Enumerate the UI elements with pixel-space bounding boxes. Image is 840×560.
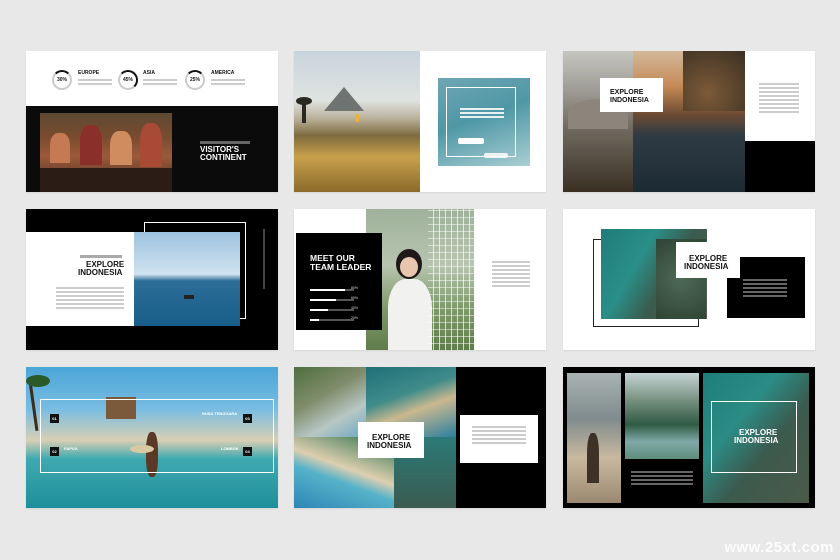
traveler-photo xyxy=(567,373,621,503)
slide8-body xyxy=(472,424,526,446)
stat-text-europe xyxy=(78,77,112,87)
slide-explore-indonesia-3[interactable]: EXPLORE INDONESIA xyxy=(563,209,815,350)
skill-bar-4: 20% xyxy=(310,313,358,325)
title-script xyxy=(200,141,250,144)
slide-visitors-continent[interactable]: 30% EUROPE 45% ASIA 25% AMERICA VISITOR'… xyxy=(26,51,278,192)
team-leader-photo xyxy=(366,209,474,350)
stat-label-europe: EUROPE xyxy=(78,70,100,76)
slide5-body xyxy=(492,259,530,289)
slide5-title-1: MEET OUR xyxy=(310,253,355,263)
slide4-script xyxy=(80,255,122,258)
badge-01: 01 xyxy=(50,414,59,423)
white-panel xyxy=(26,232,136,326)
stat-pie-america: 25% xyxy=(185,70,205,90)
region-name-nusa: NUSA TENGGARA xyxy=(202,411,238,416)
badge-02: 02 xyxy=(50,447,59,456)
watermark: www.25xt.com xyxy=(724,539,834,556)
slide-explore-indonesia-4[interactable]: EXPLORE INDONESIA xyxy=(294,367,546,508)
stats-row: 30% EUROPE 45% ASIA 25% AMERICA xyxy=(26,51,278,106)
slide6-title-2: INDONESIA xyxy=(684,262,729,271)
slide6-body xyxy=(743,277,787,299)
stat-label-america: AMERICA xyxy=(211,70,235,76)
slide4-body xyxy=(56,285,124,311)
badge-04: 04 xyxy=(243,447,252,456)
slide3-title-2: INDONESIA xyxy=(610,97,649,104)
slide-regions[interactable]: 03 01 02 04 NUSA TENGGARA PAPUA LOMBOK xyxy=(26,367,278,508)
stat-pie-asia: 45% xyxy=(118,70,138,90)
slide-explore-indonesia-1[interactable]: EXPLORE INDONESIA xyxy=(563,51,815,192)
skill-bar-2-fill xyxy=(310,299,337,301)
black-block xyxy=(745,141,815,192)
slide9-body xyxy=(631,469,693,487)
mountain-lake-photo xyxy=(625,373,699,459)
stat-pie-europe: 30% xyxy=(52,70,72,90)
slide-explore-indonesia-5[interactable]: EXPLORE INDONESIA xyxy=(563,367,815,508)
slide3-body xyxy=(759,81,799,115)
slide8-title-2: INDONESIA xyxy=(367,441,412,450)
slide4-title-2: INDONESIA xyxy=(78,268,123,277)
regions-frame xyxy=(40,399,274,473)
stat-text-america xyxy=(211,77,245,87)
region-name-lombok: LOMBOK xyxy=(221,446,239,451)
skill-bar-4-fill xyxy=(310,319,319,321)
slide5-title-2: TEAM LEADER xyxy=(310,262,372,272)
slide-team-leader[interactable]: MEET OUR TEAM LEADER 80% 60% 40% 20% xyxy=(294,209,546,350)
slide-rice-field[interactable] xyxy=(294,51,546,192)
boats-caption xyxy=(460,106,504,120)
rice-field-photo xyxy=(294,51,420,192)
crowd-photo xyxy=(40,113,172,192)
sea-photo xyxy=(134,232,240,326)
aerial-coast-photo-1 xyxy=(294,367,366,437)
skill-bar-1-fill xyxy=(310,289,346,291)
slide9-title-2: INDONESIA xyxy=(734,436,779,445)
slide1-title-2: CONTINENT xyxy=(200,153,247,162)
slide3-title-1: EXPLORE xyxy=(610,89,644,96)
boats-frame xyxy=(446,87,516,157)
region-name-papua: PAPUA xyxy=(64,446,78,451)
skill-bar-3-fill xyxy=(310,309,328,311)
slide-explore-indonesia-2[interactable]: EXPLORE INDONESIA xyxy=(26,209,278,350)
vertical-text xyxy=(263,229,265,289)
volcano-photo xyxy=(563,51,633,192)
lake-sunset-photo xyxy=(633,51,745,192)
badge-03: 03 xyxy=(243,414,252,423)
stat-label-asia: ASIA xyxy=(143,70,155,76)
stat-text-asia xyxy=(143,77,177,87)
